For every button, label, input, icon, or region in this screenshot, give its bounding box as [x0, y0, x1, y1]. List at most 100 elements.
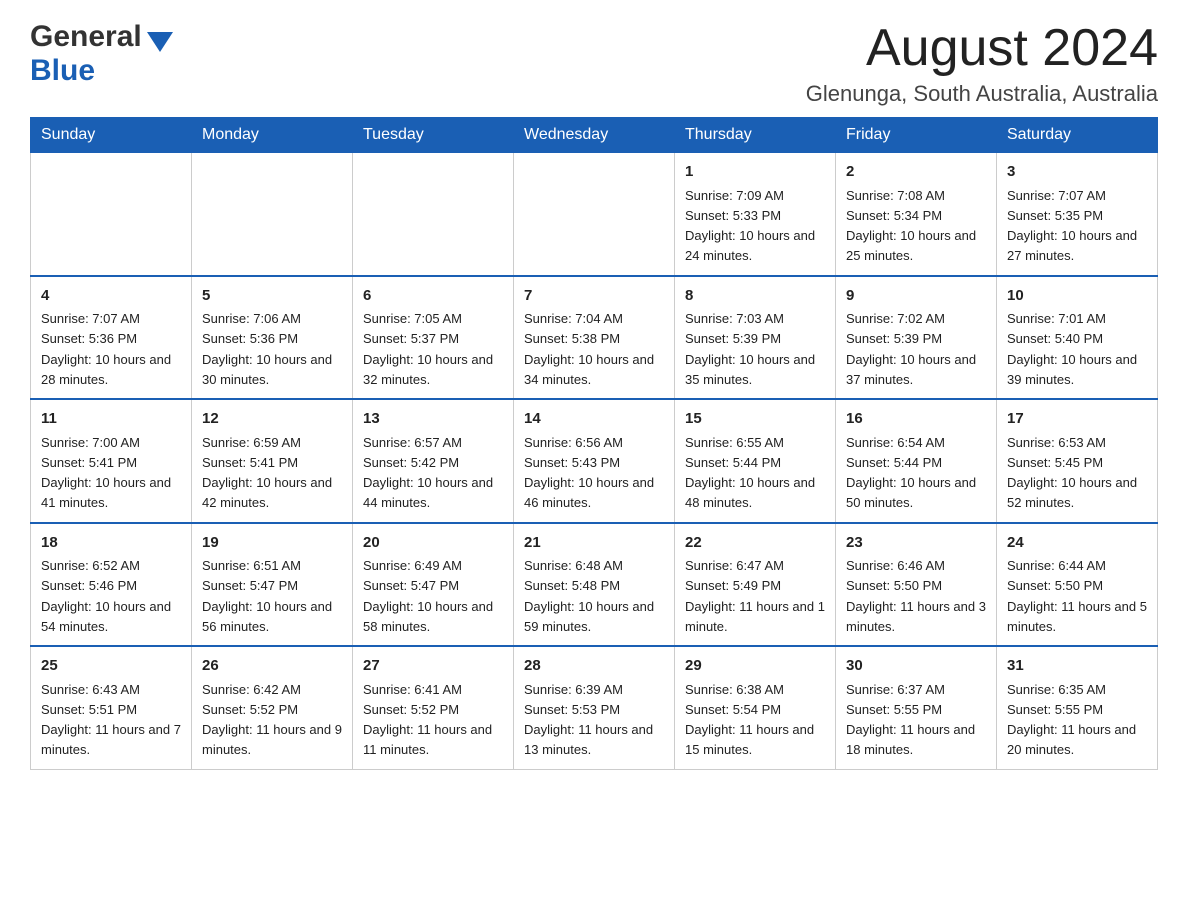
calendar-cell: 29 Sunrise: 6:38 AM Sunset: 5:54 PM Dayli…: [675, 646, 836, 769]
calendar-cell: 14Sunrise: 6:56 AM Sunset: 5:43 PM Dayli…: [514, 399, 675, 523]
weekday-header-thursday: Thursday: [675, 118, 836, 153]
calendar-cell: [514, 153, 675, 276]
calendar-cell: 19 Sunrise: 6:51 AM Sunset: 5:47 PM Dayli…: [192, 523, 353, 647]
calendar-cell: 22Sunrise: 6:47 AM Sunset: 5:49 PM Dayli…: [675, 523, 836, 647]
day-info: Sunrise: 6:48 AM Sunset: 5:48 PM Dayligh…: [524, 558, 654, 634]
day-number: 1: [685, 161, 825, 184]
day-number: 7: [524, 285, 664, 308]
day-number: 16: [846, 408, 986, 431]
location-subtitle: Glenunga, South Australia, Australia: [806, 81, 1158, 107]
day-number: 18: [41, 532, 181, 555]
day-number: 6: [363, 285, 503, 308]
day-info: Sunrise: 7:01 AM Sunset: 5:40 PM Dayligh…: [1007, 311, 1137, 387]
calendar-cell: 9 Sunrise: 7:02 AM Sunset: 5:39 PM Daylig…: [836, 276, 997, 400]
logo: General Blue: [30, 20, 173, 88]
weekday-header-sunday: Sunday: [31, 118, 192, 153]
day-info: Sunrise: 7:06 AM Sunset: 5:36 PM Dayligh…: [202, 311, 332, 387]
calendar-cell: 25 Sunrise: 6:43 AM Sunset: 5:51 PM Dayli…: [31, 646, 192, 769]
calendar-cell: 11Sunrise: 7:00 AM Sunset: 5:41 PM Dayli…: [31, 399, 192, 523]
day-number: 29: [685, 655, 825, 678]
calendar-cell: 5 Sunrise: 7:06 AM Sunset: 5:36 PM Daylig…: [192, 276, 353, 400]
calendar-cell: 20Sunrise: 6:49 AM Sunset: 5:47 PM Dayli…: [353, 523, 514, 647]
day-number: 12: [202, 408, 342, 431]
day-number: 3: [1007, 161, 1147, 184]
calendar-cell: [31, 153, 192, 276]
day-number: 22: [685, 532, 825, 555]
logo-blue-text: Blue: [30, 54, 95, 88]
day-number: 2: [846, 161, 986, 184]
day-info: Sunrise: 6:43 AM Sunset: 5:51 PM Dayligh…: [41, 682, 181, 758]
day-info: Sunrise: 6:35 AM Sunset: 5:55 PM Dayligh…: [1007, 682, 1136, 758]
day-info: Sunrise: 6:52 AM Sunset: 5:46 PM Dayligh…: [41, 558, 171, 634]
day-info: Sunrise: 7:04 AM Sunset: 5:38 PM Dayligh…: [524, 311, 654, 387]
weekday-header-tuesday: Tuesday: [353, 118, 514, 153]
day-info: Sunrise: 6:42 AM Sunset: 5:52 PM Dayligh…: [202, 682, 342, 758]
weekday-header-row: SundayMondayTuesdayWednesdayThursdayFrid…: [31, 118, 1158, 153]
calendar-table: SundayMondayTuesdayWednesdayThursdayFrid…: [30, 117, 1158, 770]
day-info: Sunrise: 7:02 AM Sunset: 5:39 PM Dayligh…: [846, 311, 976, 387]
day-info: Sunrise: 6:59 AM Sunset: 5:41 PM Dayligh…: [202, 435, 332, 511]
day-number: 20: [363, 532, 503, 555]
day-number: 14: [524, 408, 664, 431]
day-info: Sunrise: 7:08 AM Sunset: 5:34 PM Dayligh…: [846, 188, 976, 264]
page-header: General Blue August 2024 Glenunga, South…: [30, 20, 1158, 107]
day-info: Sunrise: 6:39 AM Sunset: 5:53 PM Dayligh…: [524, 682, 653, 758]
calendar-cell: [353, 153, 514, 276]
day-number: 13: [363, 408, 503, 431]
day-info: Sunrise: 6:37 AM Sunset: 5:55 PM Dayligh…: [846, 682, 975, 758]
day-info: Sunrise: 6:53 AM Sunset: 5:45 PM Dayligh…: [1007, 435, 1137, 511]
weekday-header-wednesday: Wednesday: [514, 118, 675, 153]
month-year-title: August 2024: [806, 20, 1158, 77]
day-info: Sunrise: 7:05 AM Sunset: 5:37 PM Dayligh…: [363, 311, 493, 387]
calendar-cell: 3 Sunrise: 7:07 AM Sunset: 5:35 PM Daylig…: [997, 153, 1158, 276]
calendar-cell: 4Sunrise: 7:07 AM Sunset: 5:36 PM Daylig…: [31, 276, 192, 400]
calendar-week-row-2: 4Sunrise: 7:07 AM Sunset: 5:36 PM Daylig…: [31, 276, 1158, 400]
weekday-header-saturday: Saturday: [997, 118, 1158, 153]
day-info: Sunrise: 6:54 AM Sunset: 5:44 PM Dayligh…: [846, 435, 976, 511]
day-number: 28: [524, 655, 664, 678]
day-info: Sunrise: 7:07 AM Sunset: 5:35 PM Dayligh…: [1007, 188, 1137, 264]
day-info: Sunrise: 7:07 AM Sunset: 5:36 PM Dayligh…: [41, 311, 171, 387]
logo-general-text: General: [30, 20, 142, 54]
calendar-week-row-3: 11Sunrise: 7:00 AM Sunset: 5:41 PM Dayli…: [31, 399, 1158, 523]
day-number: 26: [202, 655, 342, 678]
day-info: Sunrise: 6:51 AM Sunset: 5:47 PM Dayligh…: [202, 558, 332, 634]
calendar-week-row-1: 1 Sunrise: 7:09 AM Sunset: 5:33 PM Daylig…: [31, 153, 1158, 276]
calendar-cell: 21 Sunrise: 6:48 AM Sunset: 5:48 PM Dayli…: [514, 523, 675, 647]
calendar-cell: [192, 153, 353, 276]
calendar-cell: 6 Sunrise: 7:05 AM Sunset: 5:37 PM Daylig…: [353, 276, 514, 400]
calendar-cell: 16 Sunrise: 6:54 AM Sunset: 5:44 PM Dayli…: [836, 399, 997, 523]
day-info: Sunrise: 6:55 AM Sunset: 5:44 PM Dayligh…: [685, 435, 815, 511]
day-info: Sunrise: 6:57 AM Sunset: 5:42 PM Dayligh…: [363, 435, 493, 511]
logo-triangle-icon: [147, 32, 173, 52]
day-number: 21: [524, 532, 664, 555]
calendar-cell: 30 Sunrise: 6:37 AM Sunset: 5:55 PM Dayli…: [836, 646, 997, 769]
calendar-cell: 13 Sunrise: 6:57 AM Sunset: 5:42 PM Dayli…: [353, 399, 514, 523]
calendar-cell: 7 Sunrise: 7:04 AM Sunset: 5:38 PM Daylig…: [514, 276, 675, 400]
day-number: 9: [846, 285, 986, 308]
day-number: 23: [846, 532, 986, 555]
calendar-cell: 2 Sunrise: 7:08 AM Sunset: 5:34 PM Daylig…: [836, 153, 997, 276]
calendar-week-row-5: 25 Sunrise: 6:43 AM Sunset: 5:51 PM Dayli…: [31, 646, 1158, 769]
calendar-cell: 24Sunrise: 6:44 AM Sunset: 5:50 PM Dayli…: [997, 523, 1158, 647]
day-number: 11: [41, 408, 181, 431]
day-number: 30: [846, 655, 986, 678]
day-number: 5: [202, 285, 342, 308]
calendar-cell: 18 Sunrise: 6:52 AM Sunset: 5:46 PM Dayli…: [31, 523, 192, 647]
calendar-cell: 10 Sunrise: 7:01 AM Sunset: 5:40 PM Dayli…: [997, 276, 1158, 400]
calendar-cell: 31Sunrise: 6:35 AM Sunset: 5:55 PM Dayli…: [997, 646, 1158, 769]
day-info: Sunrise: 6:38 AM Sunset: 5:54 PM Dayligh…: [685, 682, 814, 758]
calendar-cell: 8Sunrise: 7:03 AM Sunset: 5:39 PM Daylig…: [675, 276, 836, 400]
calendar-cell: 23Sunrise: 6:46 AM Sunset: 5:50 PM Dayli…: [836, 523, 997, 647]
day-number: 24: [1007, 532, 1147, 555]
day-info: Sunrise: 7:09 AM Sunset: 5:33 PM Dayligh…: [685, 188, 815, 264]
day-number: 10: [1007, 285, 1147, 308]
weekday-header-friday: Friday: [836, 118, 997, 153]
calendar-cell: 1 Sunrise: 7:09 AM Sunset: 5:33 PM Daylig…: [675, 153, 836, 276]
day-number: 8: [685, 285, 825, 308]
day-number: 25: [41, 655, 181, 678]
calendar-cell: 28 Sunrise: 6:39 AM Sunset: 5:53 PM Dayli…: [514, 646, 675, 769]
day-number: 19: [202, 532, 342, 555]
day-number: 17: [1007, 408, 1147, 431]
calendar-cell: 27Sunrise: 6:41 AM Sunset: 5:52 PM Dayli…: [353, 646, 514, 769]
